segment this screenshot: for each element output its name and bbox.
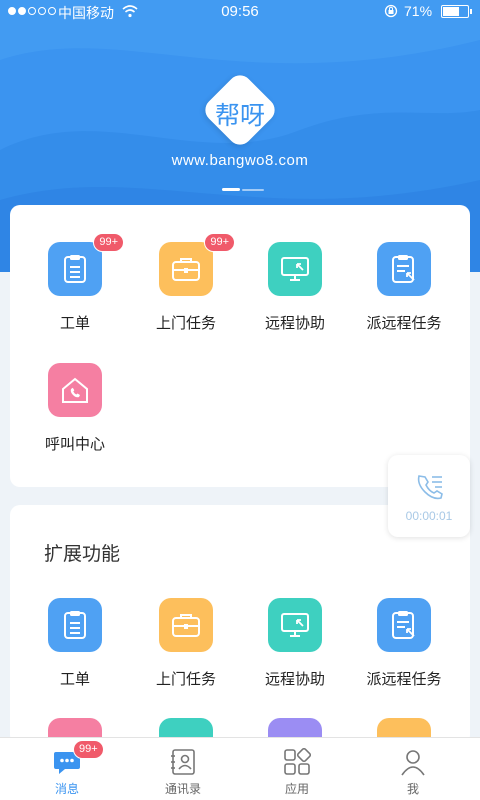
tab-label: 应用 (284, 782, 309, 796)
bottom-tab-bar: 99+ 消息 通讯录 应用 我 (0, 737, 480, 800)
logo-text: 帮呀 (214, 101, 265, 130)
ext-dispatch-remote-task-label: 派远程任务 (366, 671, 442, 688)
app-logo: 帮呀 (200, 70, 280, 150)
ext-workorder-tile[interactable]: 工单 (15, 598, 135, 689)
task-clipboard-icon (377, 598, 431, 652)
task-clipboard-icon (377, 242, 431, 296)
workorder-label: 工单 (59, 315, 90, 332)
section-title: 扩展功能 (44, 544, 121, 565)
ext-remote-assist-tile[interactable]: 远程协助 (235, 598, 355, 689)
ext-dispatch-remote-task-tile[interactable]: 派远程任务 (344, 598, 464, 689)
briefcase-icon (159, 598, 213, 652)
battery-percent: 71% (404, 3, 433, 19)
tab-label: 我 (406, 782, 419, 796)
onsite-task-tile[interactable]: 99+ 上门任务 (126, 233, 246, 333)
call-timer-widget[interactable]: 00:00:01 (388, 455, 470, 537)
apps-grid-icon (284, 748, 311, 775)
extended-functions-card: 扩展功能 工单 上门任务 远程协助 派远程任务 (10, 505, 470, 745)
monitor-icon (268, 242, 322, 296)
clipboard-icon: 99+ (48, 233, 124, 296)
call-timer: 00:00:01 (405, 509, 453, 523)
messages-badge: 99+ (73, 740, 104, 759)
site-url: www.bangwo8.com (171, 152, 309, 169)
tab-me[interactable]: 我 (353, 738, 473, 800)
ext-workorder-label: 工单 (59, 671, 90, 688)
dispatch-remote-task-tile[interactable]: 派远程任务 (344, 242, 464, 333)
contacts-icon (171, 749, 195, 775)
phone-house-icon (48, 363, 102, 417)
tab-apps[interactable]: 应用 (237, 738, 357, 800)
monitor-icon (268, 598, 322, 652)
workorder-badge: 99+ (93, 233, 124, 252)
ext-remote-assist-label: 远程协助 (264, 671, 325, 688)
clipboard-icon (48, 598, 102, 652)
remote-assist-label: 远程协助 (264, 315, 325, 332)
tab-contacts[interactable]: 通讯录 (123, 738, 243, 800)
remote-assist-tile[interactable]: 远程协助 (235, 242, 355, 333)
call-center-tile[interactable]: 呼叫中心 (15, 363, 135, 454)
ext-onsite-task-label: 上门任务 (155, 671, 216, 688)
onsite-task-badge: 99+ (204, 233, 235, 252)
tab-label: 消息 (54, 782, 79, 796)
onsite-task-label: 上门任务 (155, 315, 216, 332)
status-bar: 中国移动 09:56 71% (0, 0, 480, 24)
main-functions-card: 99+ 工单 99+ 上门任务 远程协助 派远程任务 呼叫中心 (10, 205, 470, 487)
user-icon (401, 750, 425, 776)
rotation-lock-icon (384, 4, 398, 18)
call-center-label: 呼叫中心 (44, 436, 105, 453)
dispatch-remote-task-label: 派远程任务 (366, 315, 442, 332)
briefcase-icon: 99+ (159, 233, 235, 296)
ext-onsite-task-tile[interactable]: 上门任务 (126, 598, 246, 689)
tab-messages[interactable]: 99+ 消息 (7, 738, 127, 800)
battery-icon (441, 5, 472, 18)
workorder-tile[interactable]: 99+ 工单 (15, 233, 135, 333)
carousel-indicator[interactable] (222, 188, 264, 191)
phone-list-icon (417, 475, 443, 500)
tab-label: 通讯录 (164, 782, 201, 796)
